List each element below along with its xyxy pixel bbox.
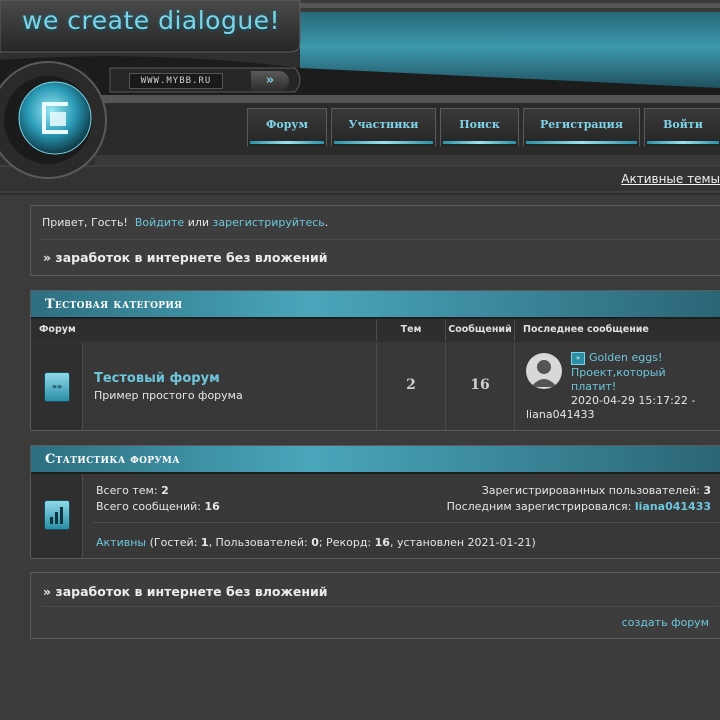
stats-body: Всего тем: 2 Всего сообщений: 16 Зарегис… bbox=[83, 474, 720, 558]
forum-arrow-icon: »» bbox=[44, 372, 70, 402]
topics-count-cell: 2 bbox=[377, 343, 446, 430]
welcome-text: Привет, Гость! Войдите или зарегистрируй… bbox=[42, 216, 328, 229]
forum-icon-cell: »» bbox=[31, 343, 83, 430]
new-post-icon[interactable]: » bbox=[571, 352, 585, 365]
last-registered-label: Последним зарегистрировался: bbox=[446, 500, 632, 513]
period: . bbox=[324, 216, 329, 229]
col-forum: Форум bbox=[31, 319, 377, 341]
category-title[interactable]: Тестовая категория bbox=[45, 297, 182, 312]
last-registered: Последним зарегистрировался: liana041433 bbox=[447, 500, 711, 513]
registered-value: 3 bbox=[703, 484, 711, 497]
ad-banner-bottom[interactable]: » заработок в интернете без вложений bbox=[43, 584, 328, 599]
record-count: 16 bbox=[374, 536, 390, 549]
forum-info-cell: Тестовый форум Пример простого форума bbox=[83, 343, 377, 430]
go-arrow-icon[interactable]: » bbox=[251, 71, 289, 91]
nav-register[interactable]: Регистрация bbox=[523, 108, 640, 146]
stats-header: Статистика форума bbox=[31, 446, 720, 474]
total-posts: Всего сообщений: 16 bbox=[96, 500, 220, 513]
last-registered-user[interactable]: liana041433 bbox=[635, 500, 711, 513]
registered-users: Зарегистрированных пользователей: 3 bbox=[482, 484, 711, 497]
user-silhouette-icon bbox=[531, 360, 557, 387]
active-open: (Гостей: bbox=[149, 536, 201, 549]
col-posts: Сообщений bbox=[446, 319, 515, 341]
col-topics: Тем bbox=[377, 319, 446, 341]
last-post-title-3[interactable]: платит! bbox=[571, 380, 616, 393]
nav-forum[interactable]: Форум bbox=[247, 108, 327, 146]
posts-count: 16 bbox=[470, 377, 490, 393]
posts-count-cell: 16 bbox=[446, 343, 515, 430]
category-header: Тестовая категория bbox=[31, 291, 720, 319]
site-header: we create dialogue! WWW.MYBB.RU » Форум … bbox=[0, 0, 720, 195]
bar-chart-icon bbox=[50, 507, 63, 524]
record-label: ; Рекорд: bbox=[318, 536, 375, 549]
site-logo[interactable]: we create dialogue! bbox=[22, 6, 280, 35]
total-topics: Всего тем: 2 bbox=[96, 484, 169, 497]
or-text: или bbox=[187, 216, 210, 229]
site-url: WWW.MYBB.RU bbox=[129, 73, 223, 89]
greeting: Привет, Гость! bbox=[42, 216, 128, 229]
last-post-cell: » Golden eggs! Проект,который платит! 20… bbox=[515, 343, 720, 430]
ad-banner-top[interactable]: » заработок в интернете без вложений bbox=[43, 250, 328, 265]
avatar[interactable] bbox=[526, 353, 562, 389]
users-label: , Пользователей: bbox=[208, 536, 312, 549]
established-text: , установлен 2021-01-21) bbox=[389, 536, 536, 549]
stats-title: Статистика форума bbox=[45, 452, 180, 467]
stats-chart-icon bbox=[44, 500, 70, 530]
registered-label: Зарегистрированных пользователей: bbox=[481, 484, 700, 497]
register-link[interactable]: зарегистрируйтесь bbox=[213, 216, 325, 229]
category-table: Тестовая категория Форум Тем Сообщений П… bbox=[30, 290, 720, 431]
last-post-datetime: 2020-04-29 15:17:22 - bbox=[571, 394, 696, 407]
divider bbox=[93, 522, 720, 523]
guests-count: 1 bbox=[200, 536, 209, 549]
total-topics-label: Всего тем: bbox=[96, 484, 158, 497]
welcome-panel: Привет, Гость! Войдите или зарегистрируй… bbox=[30, 205, 720, 276]
nav-search[interactable]: Поиск bbox=[440, 108, 519, 146]
divider bbox=[41, 239, 719, 240]
last-post-title-2[interactable]: Проект,который bbox=[571, 366, 666, 379]
stats-panel: Статистика форума Всего тем: 2 Всего соо… bbox=[30, 445, 720, 559]
online-line: Активны (Гостей: 1, Пользователей: 0; Ре… bbox=[96, 536, 536, 549]
col-last-post: Последнее сообщение bbox=[515, 319, 720, 341]
create-forum-link[interactable]: создать форум bbox=[622, 616, 709, 629]
nav-login[interactable]: Войти bbox=[644, 108, 720, 146]
nav-members[interactable]: Участники bbox=[331, 108, 436, 146]
active-users-link[interactable]: Активны bbox=[96, 536, 146, 549]
footer-panel: » заработок в интернете без вложений соз… bbox=[30, 572, 720, 639]
total-topics-value: 2 bbox=[161, 484, 169, 497]
total-posts-label: Всего сообщений: bbox=[96, 500, 201, 513]
stats-icon-cell bbox=[31, 474, 83, 558]
login-link[interactable]: Войдите bbox=[135, 216, 184, 229]
divider bbox=[41, 606, 719, 607]
last-post-title-1[interactable]: Golden eggs! bbox=[589, 351, 662, 364]
forum-description: Пример простого форума bbox=[94, 389, 243, 402]
active-topics-link[interactable]: Активные темы bbox=[621, 172, 720, 186]
total-posts-value: 16 bbox=[204, 500, 220, 513]
last-post-author[interactable]: liana041433 bbox=[526, 408, 595, 421]
users-count: 0 bbox=[311, 536, 319, 549]
topics-count: 2 bbox=[406, 377, 416, 393]
forum-name-link[interactable]: Тестовый форум bbox=[94, 371, 220, 386]
